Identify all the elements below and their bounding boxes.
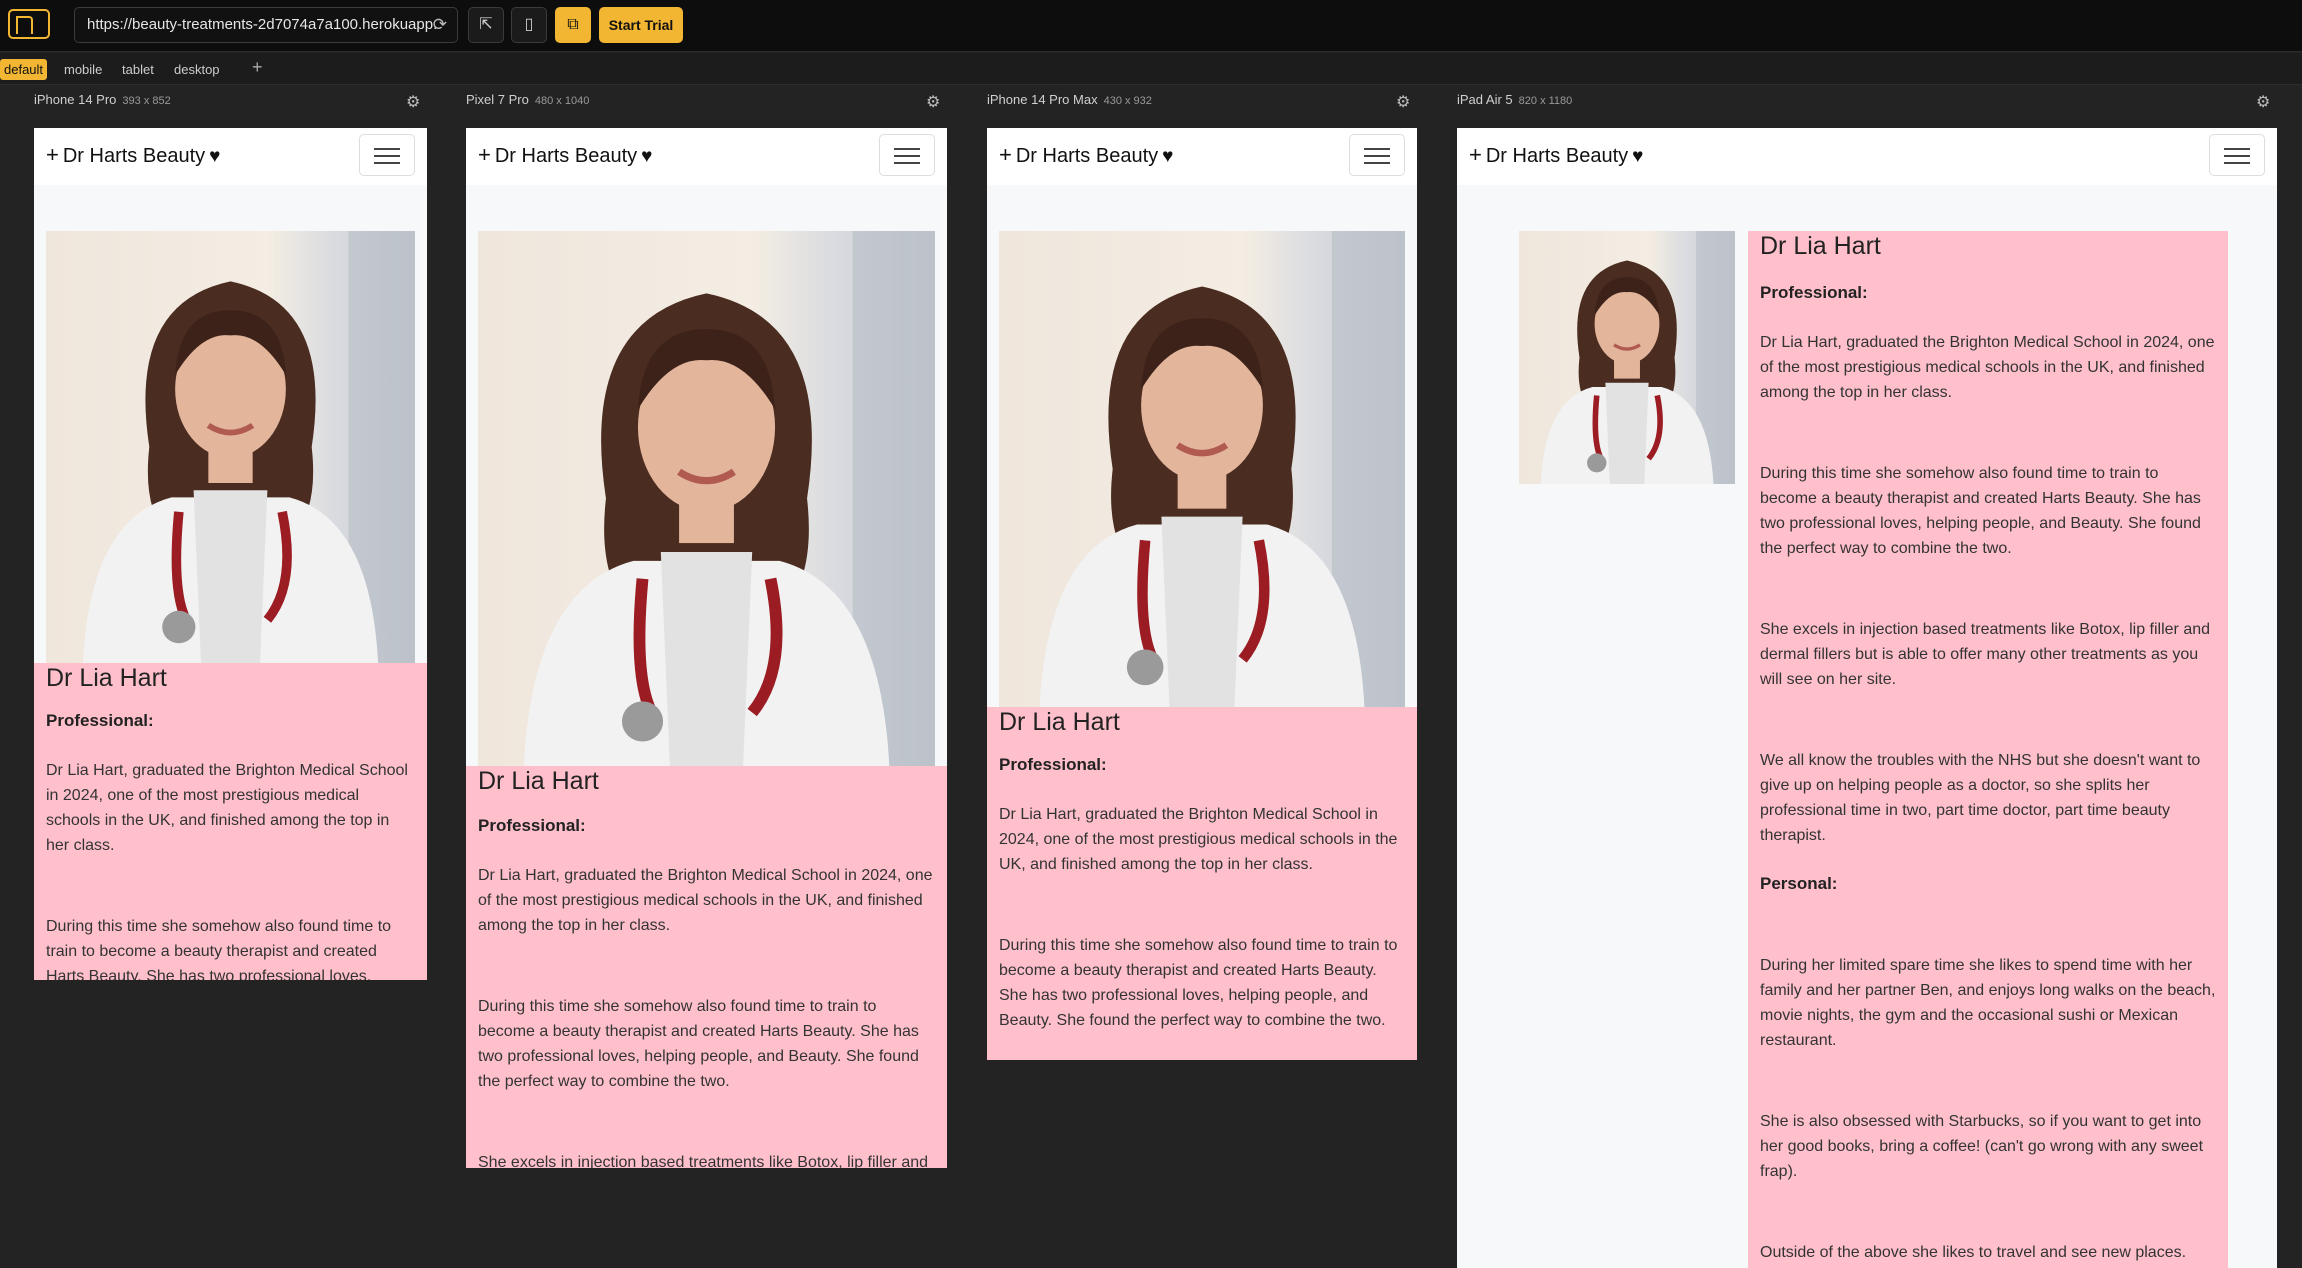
- app-logo-icon[interactable]: [8, 9, 50, 39]
- bio-paragraph: She is also obsessed with Starbucks, so …: [1760, 1113, 2204, 1180]
- brand-text: Dr Harts Beauty: [494, 145, 638, 167]
- url-text: https://beauty-treatments-2d7074a7a100.h…: [87, 16, 438, 33]
- profile-photo: [478, 231, 935, 766]
- doctor-name-heading: Dr Lia Hart: [999, 708, 1120, 736]
- bio-panel: Dr Lia Hart Professional: Dr Lia Hart, g…: [987, 707, 1417, 1060]
- device-dims: 393 x 852: [122, 95, 171, 107]
- bio-paragraph: During this time she somehow also found …: [478, 998, 919, 1090]
- refresh-icon[interactable]: ⟳: [433, 8, 447, 42]
- plus-icon: +: [1469, 142, 1482, 167]
- brand-text: Dr Harts Beauty: [62, 145, 206, 167]
- professional-label: Professional:: [1760, 283, 1868, 302]
- heart-icon: ♥: [1632, 146, 1644, 167]
- bio-paragraph: Dr Lia Hart, graduated the Brighton Medi…: [999, 806, 1398, 873]
- brand-text: Dr Harts Beauty: [1485, 145, 1629, 167]
- bio-paragraph: Outside of the above she likes to travel…: [1760, 1244, 2187, 1261]
- device-frame-ipadair5: + Dr Harts Beauty ♥ Dr Lia Hart Profession…: [1457, 128, 2277, 1268]
- device-name: iPhone 14 Pro: [34, 92, 117, 107]
- tab-tablet[interactable]: tablet: [118, 59, 158, 80]
- doctor-name-heading: Dr Lia Hart: [1760, 232, 1881, 260]
- mobile-icon[interactable]: ▯: [511, 7, 547, 43]
- site-brand[interactable]: + Dr Harts Beauty ♥: [999, 142, 1173, 168]
- bio-paragraph: During her limited spare time she likes …: [1760, 957, 2216, 1049]
- bio-paragraph: Dr Lia Hart, graduated the Brighton Medi…: [1760, 334, 2215, 401]
- doctor-name-heading: Dr Lia Hart: [478, 767, 599, 795]
- heart-icon: ♥: [209, 146, 221, 167]
- device-name: iPhone 14 Pro Max: [987, 92, 1098, 107]
- device-name: iPad Air 5: [1457, 92, 1513, 107]
- device-label-iphone14promax: iPhone 14 Pro Max 430 x 932: [987, 92, 1152, 114]
- bio-paragraph: Dr Lia Hart, graduated the Brighton Medi…: [478, 867, 933, 934]
- bio-paragraph: She excels in injection based treatments…: [1760, 621, 2211, 688]
- doctor-portrait-image: [1039, 231, 1405, 707]
- profile-photo: [1519, 231, 1735, 484]
- device-dims: 480 x 1040: [534, 95, 590, 107]
- hamburger-menu-button[interactable]: [359, 134, 415, 176]
- plus-icon: +: [46, 142, 59, 167]
- site-brand[interactable]: + Dr Harts Beauty ♥: [478, 142, 652, 168]
- hamburger-menu-button[interactable]: [1349, 134, 1405, 176]
- hamburger-menu-button[interactable]: [879, 134, 935, 176]
- device-label-ipadair5: iPad Air 5 820 x 1180: [1457, 92, 1572, 114]
- doctor-portrait-image: [82, 231, 415, 663]
- device-dims: 820 x 1180: [1518, 95, 1573, 107]
- device-dims: 430 x 932: [1103, 95, 1152, 107]
- professional-label: Professional:: [999, 755, 1107, 774]
- bio-paragraph: During this time she somehow also found …: [1760, 465, 2201, 557]
- doctor-name-heading: Dr Lia Hart: [46, 664, 167, 692]
- device-frame-pixel7pro: + Dr Harts Beauty ♥ Dr Lia Hart Profession…: [466, 128, 947, 1168]
- site-brand[interactable]: + Dr Harts Beauty ♥: [1469, 142, 1643, 168]
- top-toolbar: https://beauty-treatments-2d7074a7a100.h…: [0, 0, 2302, 52]
- url-input[interactable]: https://beauty-treatments-2d7074a7a100.h…: [74, 7, 458, 43]
- profile-photo: [999, 231, 1405, 707]
- bio-paragraph: During this time she somehow also found …: [46, 918, 392, 980]
- bio-paragraph: During this time she somehow also found …: [999, 937, 1398, 1029]
- plus-icon: +: [999, 142, 1012, 167]
- site-navbar: + Dr Harts Beauty ♥: [987, 128, 1417, 185]
- start-trial-button[interactable]: Start Trial: [599, 7, 683, 43]
- heart-icon: ♥: [641, 146, 653, 167]
- device-frame-iphone14pro: + Dr Harts Beauty ♥ Dr Lia Hart Profession…: [34, 128, 427, 980]
- add-tab-button[interactable]: +: [252, 57, 263, 78]
- gear-icon[interactable]: ⚙: [406, 92, 420, 112]
- bio-panel: Dr Lia Hart Professional: Dr Lia Hart, g…: [34, 663, 427, 980]
- inspect-icon[interactable]: ⇱: [468, 7, 504, 43]
- gear-icon[interactable]: ⚙: [2256, 92, 2270, 112]
- bio-paragraph: She excels in injection based treatments…: [478, 1154, 929, 1168]
- layout-tabs: default mobile tablet desktop +: [0, 53, 2302, 85]
- brand-text: Dr Harts Beauty: [1015, 145, 1159, 167]
- professional-label: Professional:: [46, 711, 154, 730]
- bio-panel: Dr Lia Hart Professional: Dr Lia Hart, g…: [1748, 231, 2228, 1268]
- device-frame-iphone14promax: + Dr Harts Beauty ♥ Dr Lia Hart Profession…: [987, 128, 1417, 1060]
- profile-photo: [46, 231, 415, 663]
- tab-mobile[interactable]: mobile: [60, 59, 106, 80]
- bio-paragraph: Dr Lia Hart, graduated the Brighton Medi…: [46, 762, 408, 854]
- tab-desktop[interactable]: desktop: [170, 59, 224, 80]
- bio-panel: Dr Lia Hart Professional: Dr Lia Hart, g…: [466, 766, 947, 1168]
- site-navbar: + Dr Harts Beauty ♥: [1457, 128, 2277, 185]
- doctor-portrait-image: [523, 231, 935, 766]
- site-brand[interactable]: + Dr Harts Beauty ♥: [46, 142, 220, 168]
- site-navbar: + Dr Harts Beauty ♥: [34, 128, 427, 185]
- tab-default[interactable]: default: [0, 59, 48, 80]
- site-navbar: + Dr Harts Beauty ♥: [466, 128, 947, 185]
- plus-icon: +: [478, 142, 491, 167]
- personal-label: Personal:: [1760, 874, 1838, 893]
- bio-paragraph: We all know the troubles with the NHS bu…: [1760, 752, 2201, 844]
- doctor-portrait-image: [1540, 231, 1735, 484]
- devices-icon[interactable]: ⧉: [555, 7, 591, 43]
- device-label-iphone14pro: iPhone 14 Pro 393 x 852: [34, 92, 171, 114]
- gear-icon[interactable]: ⚙: [926, 92, 940, 112]
- hamburger-menu-button[interactable]: [2209, 134, 2265, 176]
- device-label-pixel7pro: Pixel 7 Pro 480 x 1040: [466, 92, 589, 114]
- heart-icon: ♥: [1162, 146, 1174, 167]
- device-name: Pixel 7 Pro: [466, 92, 529, 107]
- gear-icon[interactable]: ⚙: [1396, 92, 1410, 112]
- professional-label: Professional:: [478, 816, 586, 835]
